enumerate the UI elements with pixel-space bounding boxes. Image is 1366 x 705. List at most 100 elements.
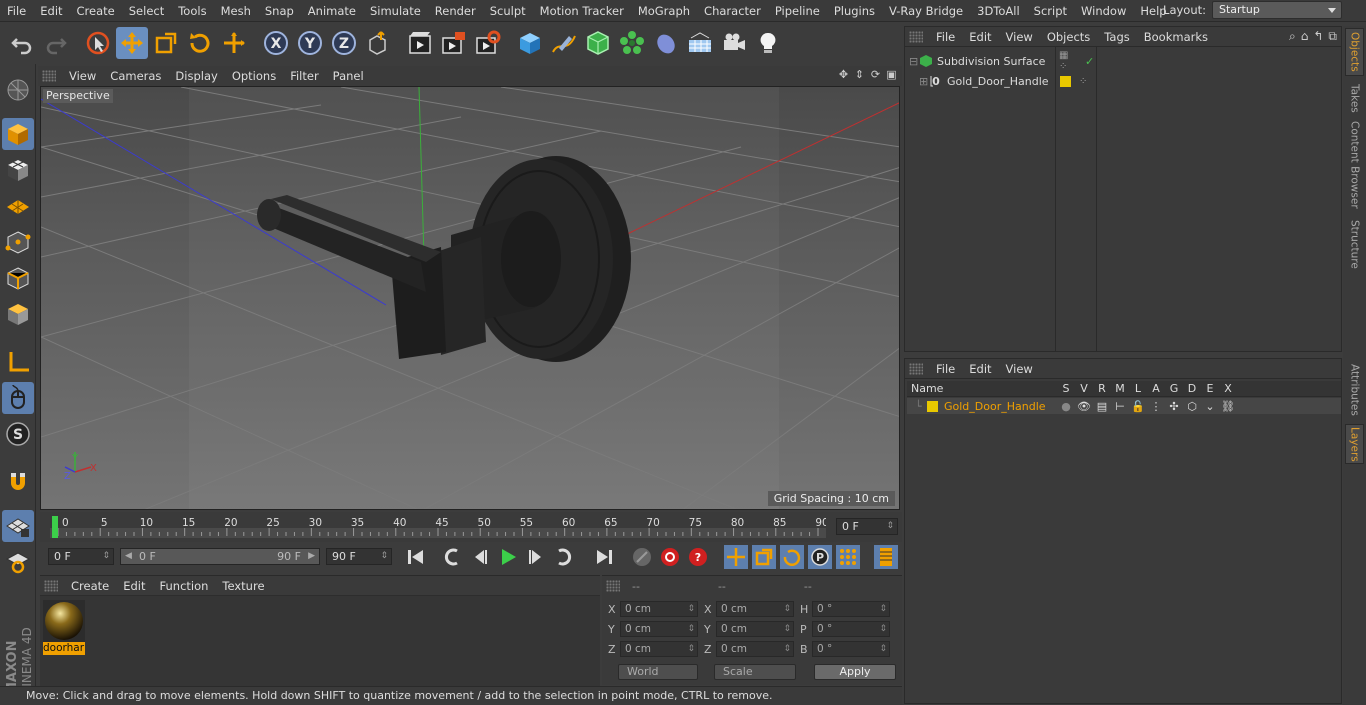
om-menu-objects[interactable]: Objects xyxy=(1040,30,1097,44)
play-icon[interactable] xyxy=(496,545,520,569)
solo-icon[interactable]: S xyxy=(2,418,34,450)
layer-color-swatch[interactable] xyxy=(927,400,938,412)
texture-mode-icon[interactable] xyxy=(2,154,34,186)
object-visibility-dots[interactable]: ▦ ⁘ xyxy=(1059,50,1068,72)
maximize-icon[interactable]: ▣ xyxy=(885,68,898,81)
orbit-icon[interactable]: ⟳ xyxy=(869,68,882,81)
coordinate-mode-dropdown[interactable]: World xyxy=(618,664,698,680)
col-expressions[interactable]: E xyxy=(1201,382,1219,395)
menu-mesh[interactable]: Mesh xyxy=(214,0,258,22)
tweak-mode-icon[interactable] xyxy=(2,382,34,414)
menu-snap[interactable]: Snap xyxy=(258,0,301,22)
col-deformers[interactable]: D xyxy=(1183,382,1201,395)
rotation-p-field[interactable]: 0 ° xyxy=(812,621,890,637)
viewport-menu-cameras[interactable]: Cameras xyxy=(103,69,168,83)
menu-vray-bridge[interactable]: V-Ray Bridge xyxy=(882,0,970,22)
scale-icon[interactable] xyxy=(150,27,182,59)
tab-layers[interactable]: Layers xyxy=(1345,424,1364,464)
autokey-icon[interactable] xyxy=(658,545,682,569)
col-name[interactable]: Name xyxy=(907,382,1057,395)
tab-objects[interactable]: Objects xyxy=(1345,28,1364,76)
layout-dropdown[interactable]: Startup xyxy=(1212,1,1342,19)
go-to-start-icon[interactable] xyxy=(404,545,428,569)
om-menu-edit[interactable]: Edit xyxy=(962,30,998,44)
object-visibility-dots[interactable]: ⁘ xyxy=(1079,76,1087,87)
grid-snap-icon[interactable] xyxy=(2,510,34,542)
frame-range-slider[interactable]: ◀ 0 F 90 F ▶ xyxy=(120,548,320,565)
col-manager[interactable]: M xyxy=(1111,382,1129,395)
rotation-h-field[interactable]: 0 ° xyxy=(812,601,890,617)
apply-button[interactable]: Apply xyxy=(814,664,896,680)
material-menu-function[interactable]: Function xyxy=(153,579,216,593)
material-menu-create[interactable]: Create xyxy=(64,579,116,593)
menu-character[interactable]: Character xyxy=(697,0,768,22)
menu-plugins[interactable]: Plugins xyxy=(827,0,882,22)
dolly-icon[interactable]: ⇕ xyxy=(853,68,866,81)
previous-key-icon[interactable] xyxy=(440,545,464,569)
position-x-field[interactable]: 0 cm xyxy=(620,601,698,617)
pen-spline-icon[interactable] xyxy=(548,27,580,59)
tree-expand-icon[interactable]: ⊞ xyxy=(919,75,929,88)
tab-takes[interactable]: Takes xyxy=(1345,80,1364,116)
menu-pipeline[interactable]: Pipeline xyxy=(768,0,827,22)
workplane-lock-icon[interactable] xyxy=(2,546,34,578)
menu-create[interactable]: Create xyxy=(70,0,122,22)
layer-generators-icon[interactable]: ✣ xyxy=(1165,400,1183,413)
pan-icon[interactable]: ✥ xyxy=(837,68,850,81)
lm-menu-view[interactable]: View xyxy=(999,362,1040,376)
layer-expressions-icon[interactable]: ⌄ xyxy=(1201,400,1219,413)
z-axis-icon[interactable]: Z xyxy=(328,27,360,59)
object-row-handle[interactable]: ⊞ 0 Gold_Door_Handle ⁘ xyxy=(919,71,1087,91)
frame-ruler[interactable]: 0 5 10 15 20 25 30 35 40 45 50 55 60 65 70 75 80 85 90 xyxy=(50,514,826,540)
viewport-menu-options[interactable]: Options xyxy=(225,69,283,83)
playhead-marker[interactable] xyxy=(52,516,58,538)
material-menu-edit[interactable]: Edit xyxy=(116,579,152,593)
go-to-end-icon[interactable] xyxy=(592,545,616,569)
points-mode-icon[interactable] xyxy=(2,226,34,258)
position-z-field[interactable]: 0 cm xyxy=(620,641,698,657)
col-animation[interactable]: A xyxy=(1147,382,1165,395)
lm-menu-edit[interactable]: Edit xyxy=(962,362,998,376)
menu-mograph[interactable]: MoGraph xyxy=(631,0,697,22)
layer-visible-icon[interactable]: 👁 xyxy=(1075,400,1093,413)
x-axis-icon[interactable]: X xyxy=(260,27,292,59)
make-editable-icon[interactable] xyxy=(2,74,34,106)
y-axis-icon[interactable]: Y xyxy=(294,27,326,59)
undo-icon[interactable] xyxy=(6,27,38,59)
search-icon[interactable]: ⌕ xyxy=(1289,29,1296,44)
om-menu-bookmarks[interactable]: Bookmarks xyxy=(1137,30,1215,44)
menu-animate[interactable]: Animate xyxy=(301,0,363,22)
edit-render-settings-icon[interactable] xyxy=(472,27,504,59)
lm-menu-file[interactable]: File xyxy=(929,362,962,376)
menu-tools[interactable]: Tools xyxy=(171,0,213,22)
panel-grip[interactable] xyxy=(909,30,923,43)
viewport-menu-filter[interactable]: Filter xyxy=(283,69,325,83)
panel-grip[interactable] xyxy=(909,362,923,375)
col-solo[interactable]: S xyxy=(1057,382,1075,395)
transform-icon[interactable] xyxy=(218,27,250,59)
render-picture-viewer-icon[interactable] xyxy=(438,27,470,59)
previous-frame-icon[interactable] xyxy=(468,545,492,569)
object-name[interactable]: Gold_Door_Handle xyxy=(947,75,1049,88)
home-icon[interactable]: ⌂ xyxy=(1301,29,1309,44)
range-right-arrow[interactable]: ▶ xyxy=(308,549,315,564)
col-locked[interactable]: L xyxy=(1129,382,1147,395)
deformer-icon[interactable] xyxy=(650,27,682,59)
workplane-icon[interactable] xyxy=(2,190,34,222)
panel-grip[interactable] xyxy=(44,579,58,592)
menu-script[interactable]: Script xyxy=(1027,0,1074,22)
om-menu-tags[interactable]: Tags xyxy=(1097,30,1136,44)
back-icon[interactable]: ↰ xyxy=(1313,29,1323,44)
live-selection-icon[interactable] xyxy=(82,27,114,59)
layer-lock-icon[interactable]: 🔓 xyxy=(1129,400,1147,413)
tab-attributes[interactable]: Attributes xyxy=(1345,360,1364,420)
current-frame-field[interactable]: 0 F xyxy=(836,518,898,535)
range-left-arrow[interactable]: ◀ xyxy=(125,549,132,564)
material-preview[interactable] xyxy=(43,600,85,642)
key-position-icon[interactable] xyxy=(724,545,748,569)
menu-sculpt[interactable]: Sculpt xyxy=(483,0,533,22)
redo-icon[interactable] xyxy=(40,27,72,59)
timeline-window-icon[interactable] xyxy=(874,545,898,569)
layer-render-icon[interactable]: ▤ xyxy=(1093,400,1111,413)
col-generators[interactable]: G xyxy=(1165,382,1183,395)
